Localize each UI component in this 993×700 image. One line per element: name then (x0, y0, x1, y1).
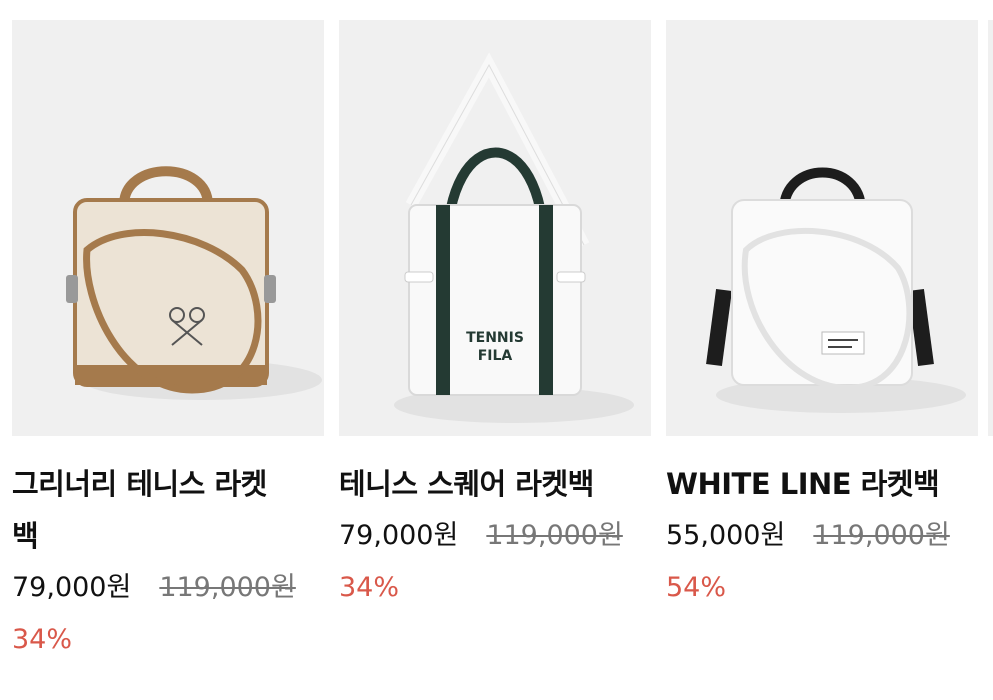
product-title-line: 백 (12, 519, 39, 553)
original-price: 119,000원 (813, 520, 950, 551)
product-card[interactable]: WHITE LINE 라켓백 55,000원 119,000원 54% (666, 20, 978, 614)
price-row: 55,000원 119,000원 (666, 510, 978, 562)
product-title-line: 그리너리 테니스 라켓 (12, 467, 267, 501)
discount-rate: 34% (339, 572, 400, 603)
price-row: 79,000원 119,000원 (339, 510, 651, 562)
product-title[interactable]: 테니스 스퀘어 라켓백 (339, 458, 651, 510)
price-row: 79,000원 119,000원 (12, 562, 324, 614)
svg-text:FILA: FILA (478, 348, 513, 364)
product-card[interactable]: TENNIS FILA 테니스 스퀘어 라켓백 79,000원 119,000원 … (339, 20, 651, 614)
product-card[interactable]: 그리너리 테니스 라켓 백 79,000원 119,000원 34% (12, 20, 324, 666)
sale-price: 79,000원 (12, 572, 132, 603)
original-price: 119,000원 (486, 520, 623, 551)
discount-rate: 34% (12, 624, 73, 655)
sale-price: 55,000원 (666, 520, 786, 551)
product-image[interactable]: TENNIS FILA (339, 20, 651, 436)
product-image[interactable] (12, 20, 324, 436)
white-racket-bag-image (706, 167, 966, 413)
next-product-card-edge (988, 20, 993, 436)
sale-price: 79,000원 (339, 520, 459, 551)
product-title[interactable]: WHITE LINE 라켓백 (666, 458, 978, 510)
white-square-tote-bag-image: TENNIS FILA (394, 52, 634, 423)
original-price: 119,000원 (159, 572, 296, 603)
beige-racket-bag-image (66, 166, 322, 400)
discount-rate: 54% (666, 572, 727, 603)
product-title[interactable]: 그리너리 테니스 라켓 백 (12, 458, 324, 562)
svg-text:TENNIS: TENNIS (466, 330, 524, 346)
product-image[interactable] (666, 20, 978, 436)
